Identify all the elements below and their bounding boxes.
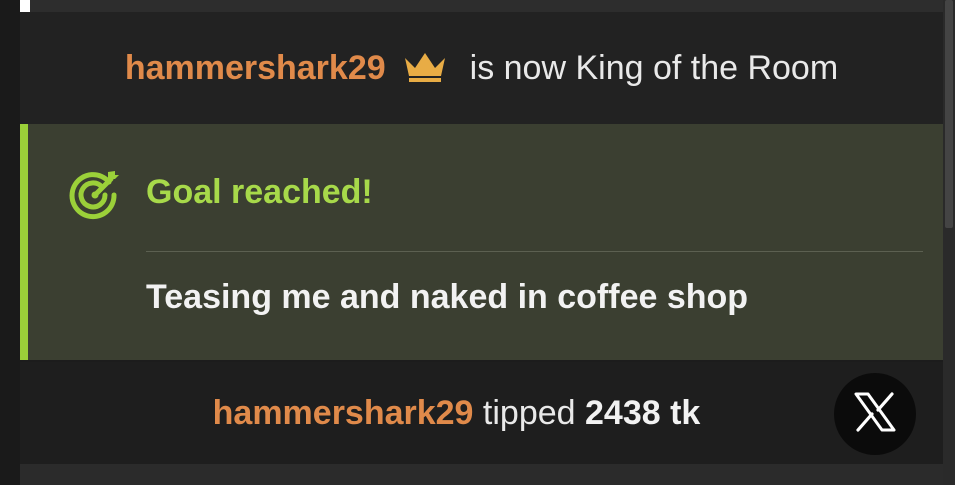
- tip-notice: hammershark29 tipped 2438 tk: [20, 362, 943, 464]
- x-share-button[interactable]: [834, 373, 916, 455]
- goal-reached-card: Goal reached! Teasing me and naked in co…: [20, 124, 943, 360]
- king-username[interactable]: hammershark29: [125, 49, 386, 88]
- text-cursor: [20, 0, 30, 12]
- king-message: is now King of the Room: [469, 48, 839, 87]
- tip-verb: tipped: [482, 393, 576, 432]
- goal-description: Teasing me and naked in coffee shop: [146, 278, 749, 316]
- previous-message-edge: [20, 0, 943, 12]
- tip-amount: 2438 tk: [585, 393, 701, 432]
- king-of-room-notice: hammershark29 is now King of the Room: [20, 12, 943, 124]
- goal-title: Goal reached!: [146, 173, 373, 211]
- target-arrow-icon: [68, 168, 122, 222]
- tip-text: hammershark29 tipped 2438 tk: [213, 394, 701, 433]
- tip-username[interactable]: hammershark29: [213, 394, 474, 432]
- scrollbar[interactable]: [943, 0, 955, 485]
- next-message-edge: [20, 464, 943, 485]
- left-gutter: [0, 0, 20, 485]
- x-logo-icon: [853, 391, 897, 437]
- scrollbar-thumb[interactable]: [945, 0, 953, 228]
- goal-divider: [146, 251, 923, 252]
- crown-icon: [402, 49, 448, 83]
